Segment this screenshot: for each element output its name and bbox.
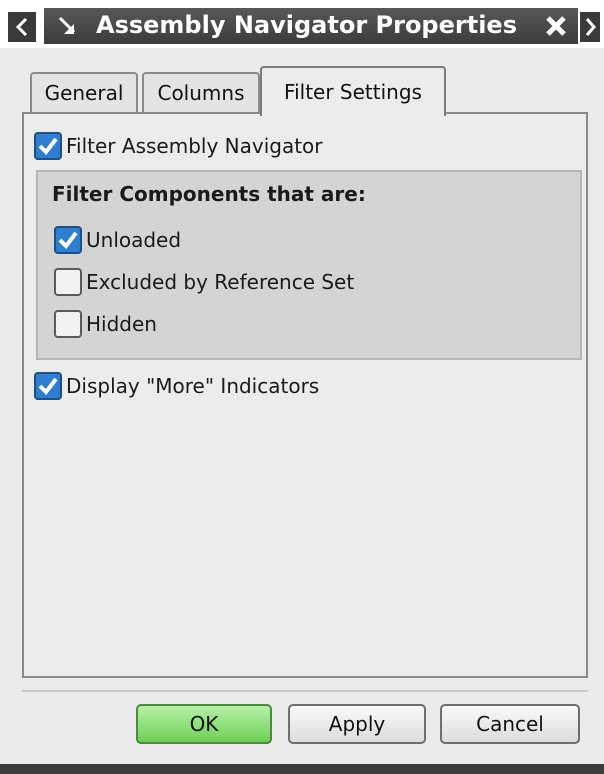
title-bar: Assembly Navigator Properties	[0, 0, 604, 48]
chevron-left-icon[interactable]	[8, 12, 36, 42]
hidden-option[interactable]: Hidden	[54, 310, 157, 338]
tab-columns[interactable]: Columns	[142, 72, 260, 112]
display-more-indicators-label: Display "More" Indicators	[66, 374, 320, 398]
chevron-right-icon[interactable]	[580, 12, 600, 42]
hidden-label: Hidden	[86, 312, 157, 336]
button-separator	[22, 690, 588, 692]
filter-assembly-navigator-label: Filter Assembly Navigator	[66, 134, 323, 158]
window-title: Assembly Navigator Properties	[96, 11, 517, 39]
apply-button[interactable]: Apply	[288, 704, 426, 744]
tab-general[interactable]: General	[30, 72, 138, 112]
filter-assembly-navigator-checkbox[interactable]	[34, 132, 62, 160]
close-icon[interactable]	[538, 10, 574, 42]
cancel-button[interactable]: Cancel	[440, 704, 580, 744]
filter-assembly-navigator-option[interactable]: Filter Assembly Navigator	[34, 132, 323, 160]
title-bar-main: Assembly Navigator Properties	[44, 8, 578, 44]
unloaded-label: Unloaded	[86, 228, 182, 252]
pin-icon[interactable]	[50, 12, 86, 40]
tab-filter-settings[interactable]: Filter Settings	[260, 66, 446, 116]
excluded-by-reference-set-label: Excluded by Reference Set	[86, 270, 355, 294]
filter-components-title: Filter Components that are:	[52, 182, 366, 206]
checkmark-icon	[38, 137, 58, 156]
hidden-checkbox[interactable]	[54, 310, 82, 338]
ok-button[interactable]: OK	[136, 704, 272, 744]
display-more-indicators-checkbox[interactable]	[34, 372, 62, 400]
checkmark-icon	[58, 231, 78, 250]
bottom-border	[0, 764, 604, 774]
checkmark-icon	[38, 377, 58, 396]
display-more-indicators-option[interactable]: Display "More" Indicators	[34, 372, 319, 400]
excluded-by-reference-set-checkbox[interactable]	[54, 268, 82, 296]
unloaded-checkbox[interactable]	[54, 226, 82, 254]
unloaded-option[interactable]: Unloaded	[54, 226, 181, 254]
excluded-by-reference-set-option[interactable]: Excluded by Reference Set	[54, 268, 354, 296]
